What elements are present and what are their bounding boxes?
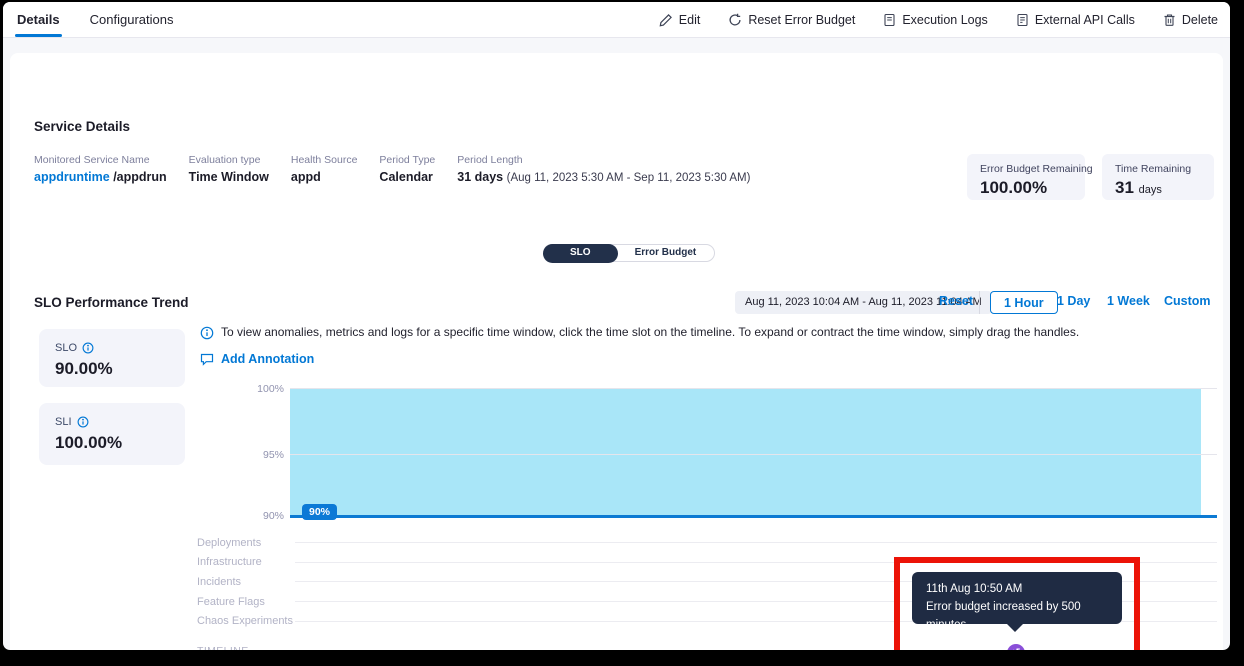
time-remaining-unit: days [1139,184,1162,196]
sli-info-icon[interactable] [77,416,89,428]
range-custom-button[interactable]: Custom [1164,294,1211,308]
tooltip-body: Error budget increased by 500 minutes [926,598,1122,634]
range-1-day-button[interactable]: 1 Day [1057,294,1090,308]
marker-tooltip: 11th Aug 10:50 AM Error budget increased… [912,572,1122,624]
lane-label: Deployments [197,537,295,549]
toggle-error-budget[interactable]: Error Budget [617,244,715,262]
field-label: Health Source [291,154,358,166]
lane-line [295,562,1217,563]
gridline-95 [290,454,1217,455]
app-window: Details Configurations Edit Reset Error … [3,2,1230,650]
field-health-source: Health Source appd [291,154,358,184]
period-length-detail: (Aug 11, 2023 5:30 AM - Sep 11, 2023 5:3… [507,172,751,184]
details-panel: Service Details Monitored Service Name a… [10,53,1223,650]
timeline-help-text: To view anomalies, metrics and logs for … [221,325,1079,339]
gridline-100 [290,388,1217,389]
y-tick-100: 100% [240,383,284,395]
delete-label: Delete [1182,13,1218,27]
lane-label: Incidents [197,576,295,588]
delete-button[interactable]: Delete [1163,13,1218,27]
top-tab-bar: Details Configurations Edit Reset Error … [3,2,1230,38]
error-budget-remaining-value: 100.00% [980,178,1072,198]
monitored-service-suffix: /appdrun [113,170,166,184]
y-tick-90: 90% [240,510,284,522]
error-budget-remaining-card: Error Budget Remaining 100.00% [967,154,1085,200]
error-budget-remaining-label: Error Budget Remaining [980,163,1072,175]
lane-label: Infrastructure [197,556,295,568]
field-period-type: Period Type Calendar [379,154,435,184]
range-1-week-button[interactable]: 1 Week [1107,294,1150,308]
sli-card-value: 100.00% [55,433,169,453]
execution-logs-label: Execution Logs [902,13,987,27]
sli-area-series [290,388,1201,516]
toggle-slo[interactable]: SLO [543,244,618,263]
lane-line [295,542,1217,543]
reset-range-button[interactable]: Reset [939,294,973,308]
delete-icon [1163,13,1176,27]
timeline-label: TIMELINE [197,645,295,650]
timeline-row[interactable]: TIMELINE [197,645,1217,650]
lane-row[interactable]: Deployments [197,533,1217,553]
field-label: Period Length [457,154,750,166]
tab-configurations[interactable]: Configurations [90,2,174,37]
slo-target-badge: 90% [302,504,337,520]
edit-button[interactable]: Edit [659,13,701,27]
slo-trend-chart[interactable]: 90% [290,388,1217,516]
slo-target-line [290,515,1217,518]
field-value: Calendar [379,170,435,184]
range-1-hour-button[interactable]: 1 Hour [990,291,1058,314]
execution-logs-icon [883,13,896,27]
field-value: appd [291,170,358,184]
external-api-calls-icon [1016,13,1029,27]
field-value: Time Window [189,170,269,184]
service-details-title: Service Details [34,119,130,134]
slo-performance-trend-title: SLO Performance Trend [34,295,189,310]
service-details-fields: Monitored Service Name appdruntime /appd… [34,154,750,184]
annotation-icon [200,353,214,366]
field-label: Period Type [379,154,435,166]
lane-label: Feature Flags [197,596,295,608]
reset-error-budget-label: Reset Error Budget [748,13,855,27]
time-remaining-label: Time Remaining [1115,163,1201,175]
external-api-calls-label: External API Calls [1035,13,1135,27]
time-remaining-value: 31 [1115,178,1134,197]
edit-icon [659,13,673,27]
field-label: Monitored Service Name [34,154,167,166]
field-monitored-service: Monitored Service Name appdruntime /appd… [34,154,167,184]
execution-logs-button[interactable]: Execution Logs [883,13,987,27]
tab-details[interactable]: Details [17,2,60,37]
field-period-length: Period Length 31 days (Aug 11, 2023 5:30… [457,154,750,184]
field-evaluation-type: Evaluation type Time Window [189,154,269,184]
slo-errorbudget-toggle: SLO Error Budget [543,244,715,262]
monitored-service-link[interactable]: appdruntime [34,170,110,184]
tooltip-title: 11th Aug 10:50 AM [926,580,1122,598]
add-annotation-label: Add Annotation [221,352,314,366]
slo-card: SLO 90.00% [39,329,185,387]
slo-info-icon[interactable] [82,342,94,354]
slo-card-value: 90.00% [55,359,169,379]
lane-label: Chaos Experiments [197,615,295,627]
sli-card: SLI 100.00% [39,403,185,465]
period-length-value: 31 days [457,170,503,184]
divider [979,291,980,314]
time-remaining-card: Time Remaining 31 days [1102,154,1214,200]
external-api-calls-button[interactable]: External API Calls [1016,13,1135,27]
lane-row[interactable]: Infrastructure [197,553,1217,573]
sli-card-label: SLI [55,416,72,428]
field-label: Evaluation type [189,154,269,166]
info-icon[interactable] [200,326,214,340]
edit-label: Edit [679,13,701,27]
reset-error-budget-button[interactable]: Reset Error Budget [728,13,855,27]
reset-icon [728,13,742,27]
y-tick-95: 95% [240,449,284,461]
slo-card-label: SLO [55,342,77,354]
add-annotation-button[interactable]: Add Annotation [200,352,314,366]
